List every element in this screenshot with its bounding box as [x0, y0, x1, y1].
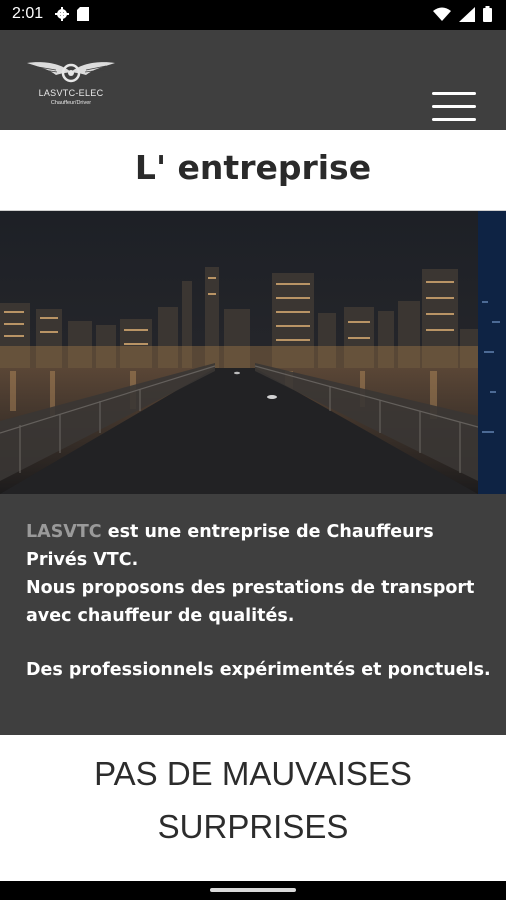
- slogan-section: PAS DE MAUVAISES SURPRISES: [0, 735, 506, 881]
- logo-name: LASVTC-ELEC: [38, 88, 104, 98]
- intro-paragraph-3: Des professionnels expérimentés et ponct…: [26, 660, 491, 680]
- battery-icon: [483, 6, 492, 22]
- status-bar: 2:01: [0, 0, 506, 30]
- title-section: L' entreprise: [0, 130, 506, 211]
- page-title: L' entreprise: [134, 148, 372, 187]
- status-time: 2:01: [12, 5, 44, 22]
- wifi-icon: [433, 7, 451, 21]
- signal-icon: [459, 6, 475, 22]
- intro-paragraph-2: Nous proposons des prestations de transp…: [26, 578, 475, 626]
- logo-subtitle: Chauffeur/Driver: [50, 100, 92, 106]
- hamburger-menu-icon[interactable]: [428, 92, 476, 128]
- company-description: LASVTC est une entreprise de Chauffeurs …: [0, 494, 506, 735]
- brand-name: LASVTC: [26, 522, 102, 542]
- intro-paragraph-1: LASVTC est une entreprise de Chauffeurs …: [26, 518, 496, 574]
- gear-icon: [55, 7, 69, 21]
- slogan-line-1: PAS DE MAUVAISES: [94, 755, 412, 792]
- sim-card-icon: [77, 7, 89, 21]
- home-gesture-handle[interactable]: [210, 888, 296, 892]
- slogan-line-2: SURPRISES: [157, 808, 349, 845]
- logo[interactable]: LASVTC-ELEC Chauffeur/Driver: [26, 58, 116, 110]
- navigation-bar: [0, 881, 506, 900]
- hero-city-skyline-image: [0, 211, 506, 494]
- winged-wheel-logo-icon: [27, 62, 115, 83]
- app-header: LASVTC-ELEC Chauffeur/Driver: [0, 30, 506, 130]
